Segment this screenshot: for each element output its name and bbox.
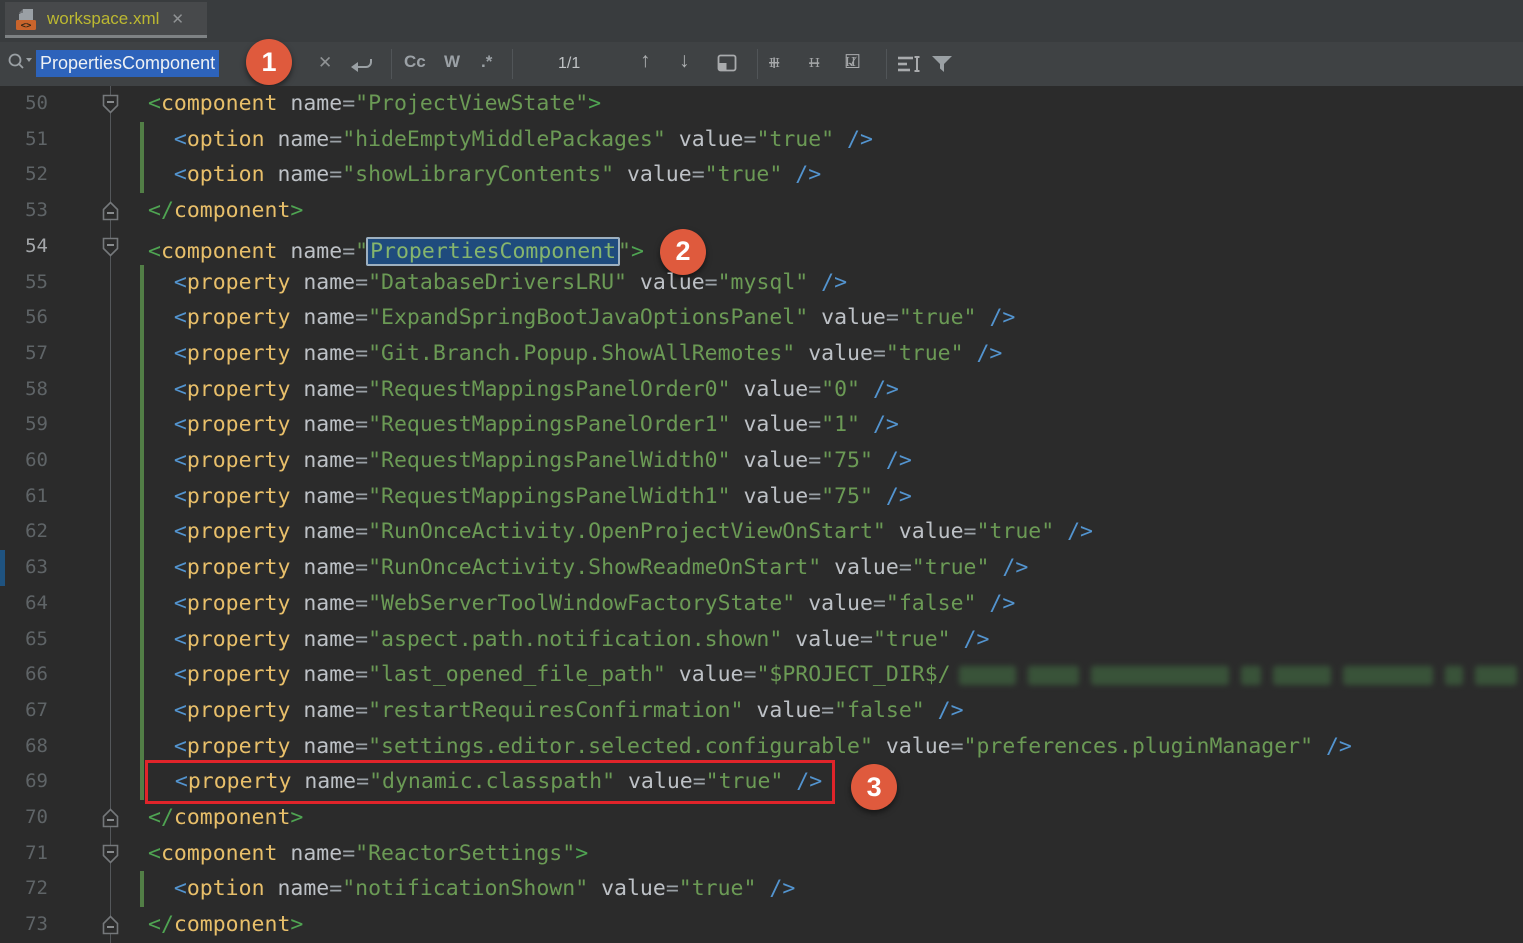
annotation-badge-1: 1: [246, 39, 292, 85]
regex-toggle[interactable]: .*: [481, 52, 492, 72]
previous-occurrence-button[interactable]: ↑: [640, 49, 651, 73]
code-text: <property name="RequestMappingsPanelOrde…: [0, 407, 1523, 443]
code-line[interactable]: 53</component>: [0, 193, 1523, 229]
toolbar-separator: [757, 49, 758, 79]
code-lines: 50<component name="ProjectViewState">51 …: [0, 86, 1523, 943]
tab-close-icon[interactable]: ✕: [171, 10, 184, 28]
redacted-text: [959, 666, 1517, 685]
code-text: <component name="ReactorSettings">: [0, 836, 1523, 872]
code-text: </component>: [0, 193, 1523, 229]
search-match-highlight: PropertiesComponent: [366, 237, 620, 266]
code-text: <property name="WebServerToolWindowFacto…: [0, 586, 1523, 622]
code-line[interactable]: 69 <property name="dynamic.classpath" va…: [0, 764, 1523, 800]
code-text: <property name="restartRequiresConfirmat…: [0, 693, 1523, 729]
code-line[interactable]: 62 <property name="RunOnceActivity.OpenP…: [0, 514, 1523, 550]
code-text: <property name="settings.editor.selected…: [0, 729, 1523, 765]
code-text: <property name="RequestMappingsPanelOrde…: [0, 372, 1523, 408]
code-text: </component>: [0, 907, 1523, 943]
match-case-toggle[interactable]: Cc: [404, 52, 426, 72]
code-text: </component>: [0, 800, 1523, 836]
code-text: <property name="RequestMappingsPanelWidt…: [0, 443, 1523, 479]
toolbar-separator: [512, 49, 513, 79]
clear-search-icon[interactable]: ✕: [318, 53, 332, 73]
code-line[interactable]: 58 <property name="RequestMappingsPanelO…: [0, 372, 1523, 408]
code-line[interactable]: 68 <property name="settings.editor.selec…: [0, 729, 1523, 765]
code-text: <property name="last_opened_file_path" v…: [0, 657, 1523, 693]
code-line[interactable]: 50<component name="ProjectViewState">: [0, 86, 1523, 122]
toolbar-separator: [886, 49, 887, 79]
whole-words-toggle[interactable]: W: [444, 52, 460, 72]
code-line[interactable]: 60 <property name="RequestMappingsPanelW…: [0, 443, 1523, 479]
code-text: <property name="Git.Branch.Popup.ShowAll…: [0, 336, 1523, 372]
match-counter: 1/1: [558, 55, 580, 73]
editor-tab-bar: <> workspace.xml ✕: [0, 0, 1523, 43]
code-line[interactable]: 61 <property name="RequestMappingsPanelW…: [0, 479, 1523, 515]
code-line[interactable]: 73</component>: [0, 907, 1523, 943]
search-input[interactable]: PropertiesComponent: [36, 50, 219, 77]
tab-title: workspace.xml: [47, 9, 159, 29]
code-text: <property name="RequestMappingsPanelWidt…: [0, 479, 1523, 515]
code-line[interactable]: 66 <property name="last_opened_file_path…: [0, 657, 1523, 693]
code-line[interactable]: 67 <property name="restartRequiresConfir…: [0, 693, 1523, 729]
ide-window: <> workspace.xml ✕ PropertiesComponent 1…: [0, 0, 1523, 943]
code-text: <property name="aspect.path.notification…: [0, 622, 1523, 658]
code-line[interactable]: 72 <option name="notificationShown" valu…: [0, 871, 1523, 907]
code-text: <property name="DatabaseDriversLRU" valu…: [0, 265, 1523, 301]
code-line[interactable]: 57 <property name="Git.Branch.Popup.Show…: [0, 336, 1523, 372]
code-line[interactable]: 64 <property name="WebServerToolWindowFa…: [0, 586, 1523, 622]
code-line[interactable]: 51 <option name="hideEmptyMiddlePackages…: [0, 122, 1523, 158]
code-line[interactable]: 56 <property name="ExpandSpringBootJavaO…: [0, 300, 1523, 336]
code-text: <option name="showLibraryContents" value…: [0, 157, 1523, 193]
code-line[interactable]: 63 <property name="RunOnceActivity.ShowR…: [0, 550, 1523, 586]
remove-occurrence-icon[interactable]: −II: [808, 52, 820, 70]
add-occurrence-icon[interactable]: +II: [768, 52, 780, 70]
find-toolbar: PropertiesComponent 1 ✕ Cc W .* 1/1 ↑ ↓ …: [0, 42, 1523, 87]
select-all-occurrences-icon[interactable]: ☑II: [844, 51, 856, 69]
code-text: <property name="RunOnceActivity.OpenProj…: [0, 514, 1523, 550]
svg-text:<>: <>: [21, 21, 32, 31]
code-text: <option name="hideEmptyMiddlePackages" v…: [0, 122, 1523, 158]
code-text: <option name="notificationShown" value="…: [0, 871, 1523, 907]
code-line[interactable]: 59 <property name="RequestMappingsPanelO…: [0, 407, 1523, 443]
code-line[interactable]: 65 <property name="aspect.path.notificat…: [0, 622, 1523, 658]
code-editor[interactable]: 50<component name="ProjectViewState">51 …: [0, 86, 1523, 943]
code-text: <property name="RunOnceActivity.ShowRead…: [0, 550, 1523, 586]
tab-workspace-xml[interactable]: <> workspace.xml ✕: [5, 2, 207, 38]
code-text: <component name="ProjectViewState">: [0, 86, 1523, 122]
code-text: <property name="ExpandSpringBootJavaOpti…: [0, 300, 1523, 336]
red-highlight-box: <property name="dynamic.classpath" value…: [145, 760, 835, 804]
code-line[interactable]: 52 <option name="showLibraryContents" va…: [0, 157, 1523, 193]
toolbar-separator: [391, 49, 392, 79]
code-line[interactable]: 54<component name="PropertiesComponent">…: [0, 229, 1523, 265]
xml-file-icon: <>: [13, 6, 39, 32]
next-occurrence-button[interactable]: ↓: [679, 49, 690, 73]
code-line[interactable]: 55 <property name="DatabaseDriversLRU" v…: [0, 265, 1523, 301]
code-line[interactable]: 70</component>: [0, 800, 1523, 836]
code-line[interactable]: 71<component name="ReactorSettings">: [0, 836, 1523, 872]
